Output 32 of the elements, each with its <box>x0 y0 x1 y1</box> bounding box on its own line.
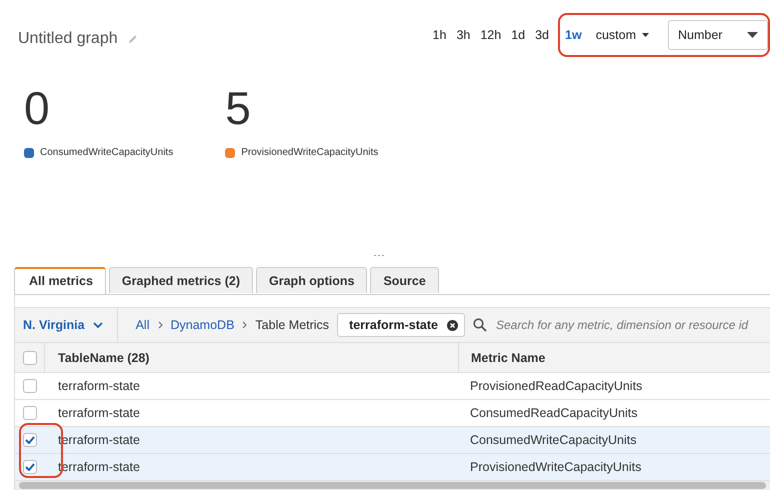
legend-label: ProvisionedWriteCapacityUnits <box>241 147 378 158</box>
view-type-select[interactable]: Number <box>668 20 768 50</box>
time-range-button[interactable]: 12h <box>475 28 506 42</box>
time-range-button[interactable]: 3d <box>530 28 554 42</box>
time-range-button[interactable]: 1w <box>560 28 587 42</box>
tab[interactable]: Graphed metrics (2) <box>108 267 254 293</box>
breadcrumb-link[interactable]: DynamoDB <box>170 318 234 332</box>
time-range-button[interactable]: 3h <box>451 28 476 42</box>
table-cell-text: ProvisionedReadCapacityUnits <box>469 378 642 395</box>
filter-token[interactable]: terraform-state <box>337 313 465 337</box>
legend-label: ConsumedWriteCapacityUnits <box>40 147 174 158</box>
table-cell-text: ProvisionedWriteCapacityUnits <box>469 459 642 476</box>
tab[interactable]: Graph options <box>256 267 368 293</box>
graph-title: Untitled graph <box>18 30 118 48</box>
custom-range-dropdown[interactable]: custom <box>590 28 654 42</box>
breadcrumb-current: Table Metrics <box>255 318 330 332</box>
table-cell-text: terraform-state <box>57 406 141 420</box>
stat-value: 0 <box>24 84 51 132</box>
table-cell-text: ConsumedReadCapacityUnits <box>469 405 638 422</box>
filter-token-label: terraform-state <box>349 318 438 332</box>
table-cell-text: ConsumedWriteCapacityUnits <box>469 432 636 449</box>
time-range-button[interactable]: 1h <box>428 28 452 42</box>
tab[interactable]: All metrics <box>14 267 106 294</box>
column-header[interactable]: TableName (28) <box>45 350 458 364</box>
stat-value: 5 <box>225 84 252 132</box>
breadcrumb-link[interactable]: All <box>136 318 150 332</box>
table-cell-text: terraform-state <box>57 379 141 393</box>
region-dropdown[interactable]: N. Virginia <box>15 308 118 342</box>
time-range-button[interactable]: 1d <box>506 28 530 42</box>
column-header[interactable]: Metric Name <box>458 343 546 372</box>
search-field[interactable]: Search for any metric, dimension or resource id <box>464 312 770 338</box>
tab[interactable]: Source <box>370 267 439 293</box>
